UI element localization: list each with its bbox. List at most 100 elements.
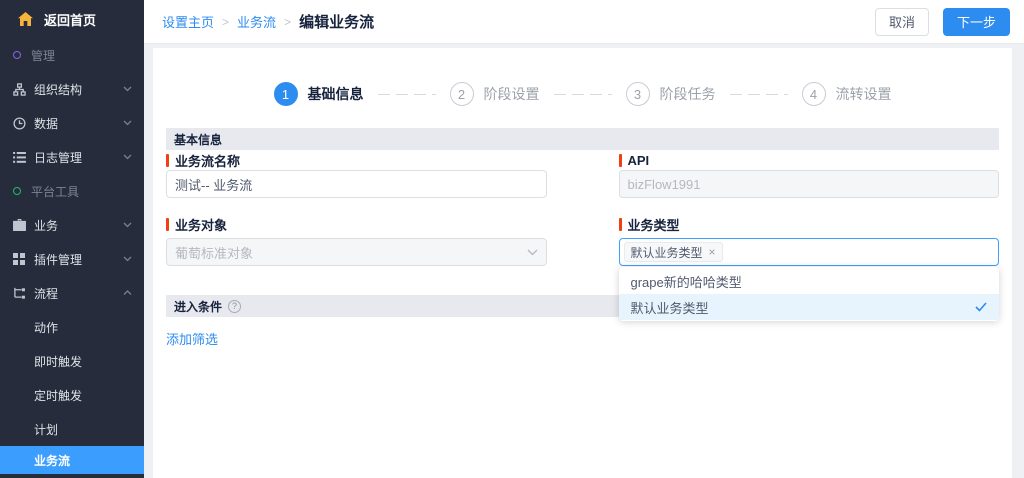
dropdown-option-label: grape新的哈哈类型 [631, 272, 742, 291]
help-icon[interactable]: ? [228, 300, 241, 313]
required-marker [166, 154, 169, 167]
step-label: 基础信息 [308, 84, 364, 104]
business-type-dropdown: grape新的哈哈类型 默认业务类型 [619, 267, 1000, 321]
selected-type-tag-label: 默认业务类型 [631, 244, 703, 261]
dropdown-option-label: 默认业务类型 [631, 298, 709, 317]
wizard-stepper: 1 基础信息 2 阶段设置 3 阶段任务 4 流转设置 [166, 82, 999, 106]
sidebar-item-label: 流程 [34, 285, 58, 302]
step-label: 流转设置 [836, 84, 892, 104]
list-icon [12, 150, 26, 164]
sidebar-item-business[interactable]: 业务 [0, 208, 144, 242]
tag-remove-icon[interactable]: × [709, 246, 716, 258]
purple-dot-icon [13, 51, 21, 59]
sidebar-item-timed-trigger[interactable]: 定时触发 [0, 378, 144, 412]
chevron-down-icon [123, 120, 132, 126]
step-number: 1 [274, 82, 298, 106]
section-basic-info-title: 基本信息 [174, 131, 222, 148]
field-api: API bizFlow1991 [619, 152, 1000, 198]
chevron-down-icon [123, 222, 132, 228]
sidebar-item-label: 即时触发 [34, 353, 82, 370]
chevron-up-icon [123, 290, 132, 296]
sidebar-home-label: 返回首页 [44, 10, 96, 29]
clock-icon [12, 116, 26, 130]
sidebar-item-data[interactable]: 数据 [0, 106, 144, 140]
green-dot-icon [13, 187, 21, 195]
step-flow-settings[interactable]: 4 流转设置 [802, 82, 892, 106]
page-title: 编辑业务流 [299, 11, 374, 32]
business-object-select[interactable]: 葡萄标准对象 [166, 238, 547, 266]
flow-name-label: 业务流名称 [175, 151, 240, 170]
step-stage-tasks[interactable]: 3 阶段任务 [626, 82, 716, 106]
dropdown-option-grape-type[interactable]: grape新的哈哈类型 [619, 268, 1000, 294]
sidebar-home-button[interactable]: 返回首页 [0, 0, 144, 38]
api-label: API [628, 153, 650, 168]
api-input[interactable]: bizFlow1991 [619, 170, 1000, 198]
sidebar-item-log-management[interactable]: 日志管理 [0, 140, 144, 174]
flow-name-label-row: 业务流名称 [166, 152, 547, 168]
sidebar-item-process[interactable]: 流程 [0, 276, 144, 310]
sidebar-section-label: 平台工具 [31, 183, 79, 200]
sidebar-item-business-flow[interactable]: 业务流 [0, 446, 144, 474]
chevron-down-icon [123, 154, 132, 160]
chevron-down-icon [123, 86, 132, 92]
chevron-down-icon [123, 256, 132, 262]
sidebar-item-label: 业务流 [34, 452, 70, 469]
required-marker [619, 154, 622, 167]
sidebar-nav: 管理 组织结构 数据 日志管理 [0, 38, 144, 474]
step-connector [378, 94, 436, 95]
header-actions: 取消 下一步 [875, 8, 1010, 36]
sidebar-item-label: 计划 [34, 421, 58, 438]
step-number: 3 [626, 82, 650, 106]
sidebar-item-org-structure[interactable]: 组织结构 [0, 72, 144, 106]
sidebar-item-label: 动作 [34, 319, 58, 336]
business-type-label: 业务类型 [628, 215, 680, 234]
selected-type-tag: 默认业务类型 × [624, 242, 723, 262]
step-connector [730, 94, 788, 95]
business-object-label-row: 业务对象 [166, 216, 547, 232]
breadcrumb-business-flow[interactable]: 业务流 [237, 12, 276, 31]
business-type-select[interactable]: 默认业务类型 × [619, 238, 1000, 266]
flow-name-input[interactable]: 测试-- 业务流 [166, 170, 547, 198]
breadcrumb-separator: > [284, 15, 291, 29]
sidebar-section-management: 管理 [0, 38, 144, 72]
api-label-row: API [619, 152, 1000, 168]
step-basic-info[interactable]: 1 基础信息 [274, 82, 364, 106]
page-header: 设置主页 > 业务流 > 编辑业务流 取消 下一步 [144, 0, 1024, 44]
sidebar-item-label: 数据 [34, 115, 58, 132]
next-step-button[interactable]: 下一步 [943, 8, 1010, 36]
sidebar-section-platform-tools: 平台工具 [0, 174, 144, 208]
business-type-label-row: 业务类型 [619, 216, 1000, 232]
business-object-value: 葡萄标准对象 [175, 243, 253, 262]
entry-condition-title: 进入条件 [174, 298, 222, 315]
home-icon [18, 12, 33, 26]
sidebar: 返回首页 管理 组织结构 数据 [0, 0, 144, 478]
step-number: 2 [450, 82, 474, 106]
section-basic-info: 基本信息 [166, 128, 999, 150]
briefcase-icon [12, 218, 26, 232]
dropdown-option-default-type[interactable]: 默认业务类型 [619, 294, 1000, 320]
field-flow-name: 业务流名称 测试-- 业务流 [166, 152, 547, 198]
sidebar-item-label: 定时触发 [34, 387, 82, 404]
breadcrumb-separator: > [222, 15, 229, 29]
sidebar-item-action[interactable]: 动作 [0, 310, 144, 344]
field-business-type: 业务类型 默认业务类型 × grape新的哈哈类型 默认业务类型 [619, 216, 1000, 266]
sidebar-item-plan[interactable]: 计划 [0, 412, 144, 446]
breadcrumb-settings-home[interactable]: 设置主页 [162, 12, 214, 31]
org-chart-icon [12, 82, 26, 96]
sidebar-item-plugin-management[interactable]: 插件管理 [0, 242, 144, 276]
grid-icon [12, 252, 26, 266]
cancel-button[interactable]: 取消 [875, 8, 929, 36]
required-marker [619, 218, 622, 231]
add-filter-link[interactable]: 添加筛选 [166, 329, 218, 348]
business-object-label: 业务对象 [175, 215, 227, 234]
content-card: 1 基础信息 2 阶段设置 3 阶段任务 4 流转设置 基本信息 业务流名称 [153, 48, 1012, 478]
flow-icon [12, 286, 26, 300]
step-connector [554, 94, 612, 95]
step-number: 4 [802, 82, 826, 106]
field-business-object: 业务对象 葡萄标准对象 [166, 216, 547, 266]
sidebar-item-label: 业务 [34, 217, 58, 234]
sidebar-item-label: 插件管理 [34, 251, 82, 268]
step-stage-settings[interactable]: 2 阶段设置 [450, 82, 540, 106]
check-icon [975, 302, 987, 312]
sidebar-item-instant-trigger[interactable]: 即时触发 [0, 344, 144, 378]
